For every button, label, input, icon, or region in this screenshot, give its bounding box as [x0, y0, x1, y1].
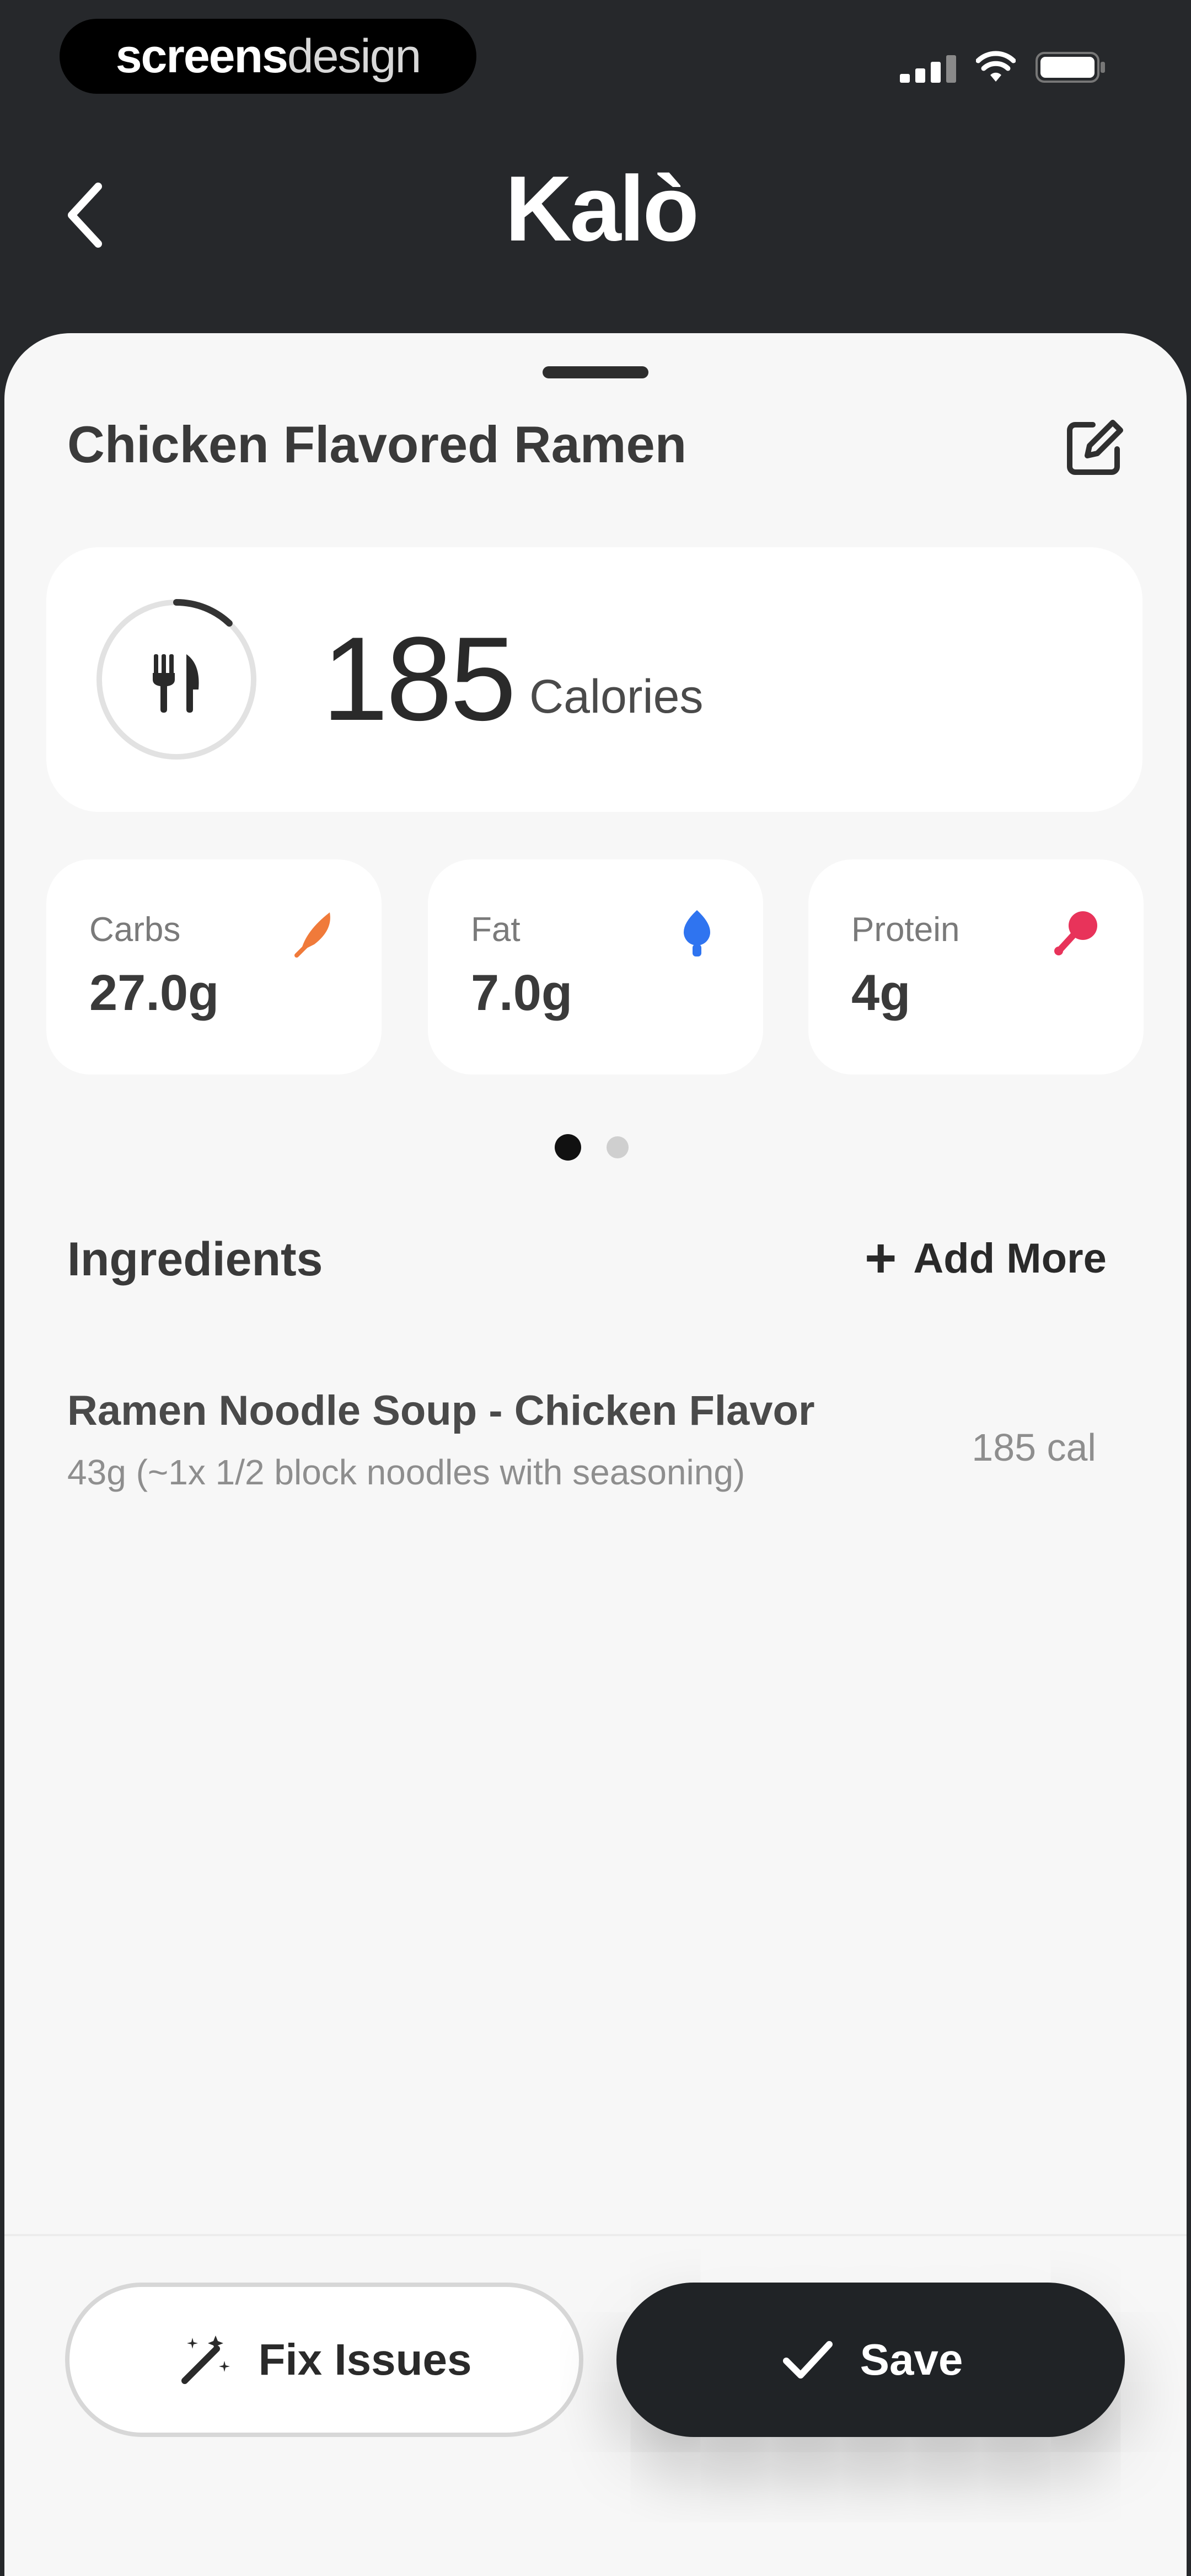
save-button[interactable]: Save — [616, 2283, 1125, 2437]
ingredient-row[interactable]: Ramen Noodle Soup - Chicken Flavor 43g (… — [67, 1379, 1126, 1511]
edit-icon[interactable] — [1061, 415, 1127, 481]
drop-icon — [684, 910, 710, 956]
calories-value: 185 — [322, 612, 516, 745]
brand-bold: screens — [115, 29, 288, 83]
battery-icon — [1036, 52, 1105, 83]
ingredient-name: Ramen Noodle Soup - Chicken Flavor — [67, 1387, 815, 1434]
chevron-left-icon[interactable] — [55, 177, 116, 254]
macro-value: 27.0g — [89, 965, 219, 1021]
sheet-grabber[interactable] — [543, 366, 648, 378]
wifi-icon — [976, 51, 1016, 82]
macro-label: Fat — [471, 911, 521, 949]
brand-logo: screens design — [60, 19, 476, 94]
carousel-pager[interactable] — [555, 1134, 643, 1162]
meal-title: Chicken Flavored Ramen — [67, 415, 687, 473]
macro-card-carbs[interactable]: Carbs 27.0g — [46, 859, 382, 1075]
macro-label: Protein — [851, 911, 960, 949]
ingredient-calories: 185 cal — [972, 1426, 1096, 1469]
save-label: Save — [860, 2335, 963, 2384]
fix-issues-button[interactable]: Fix Issues — [65, 2283, 583, 2437]
pager-dot[interactable] — [607, 1136, 629, 1158]
checkmark-icon — [782, 2341, 833, 2379]
brand-light: design — [287, 29, 421, 83]
ingredient-serving: 43g (~1x 1/2 block noodles with seasonin… — [67, 1452, 745, 1492]
macro-value: 7.0g — [471, 965, 573, 1021]
fork-knife-icon — [153, 654, 199, 713]
calories-unit: Calories — [529, 670, 704, 723]
status-bar: screens design — [0, 0, 1191, 121]
app-title: Kalò — [505, 157, 699, 260]
drumstick-icon — [1054, 911, 1097, 955]
macro-card-fat[interactable]: Fat 7.0g — [428, 859, 763, 1075]
macro-label: Carbs — [89, 911, 181, 949]
fix-issues-label: Fix Issues — [258, 2335, 472, 2384]
ingredients-heading: Ingredients — [67, 1233, 323, 1286]
plus-icon: + — [865, 1227, 897, 1289]
bottom-divider — [4, 2234, 1187, 2236]
signal-icon — [900, 55, 956, 83]
magic-wand-icon — [181, 2335, 230, 2384]
macro-card-protein[interactable]: Protein 4g — [808, 859, 1144, 1075]
pager-dot-active[interactable] — [555, 1134, 581, 1161]
add-more-button[interactable]: + Add More — [865, 1228, 1129, 1289]
calorie-progress-ring — [96, 599, 257, 760]
add-more-label: Add More — [913, 1234, 1107, 1282]
wheat-icon — [294, 912, 330, 958]
macro-value: 4g — [851, 965, 911, 1021]
